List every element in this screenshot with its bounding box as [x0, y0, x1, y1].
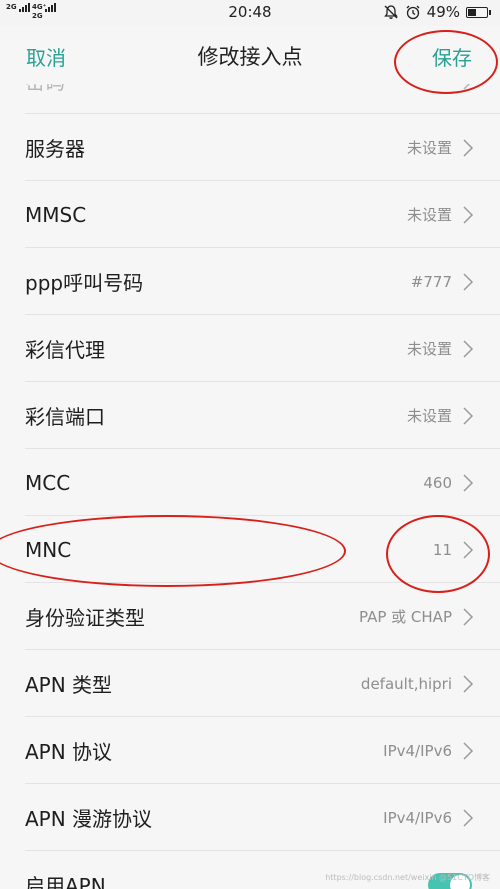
cancel-button[interactable]: 取消 — [26, 42, 66, 71]
setting-value: IPv4/IPv6 — [383, 741, 452, 760]
title-bar: 取消 修改接入点 保存 — [0, 26, 500, 84]
setting-label: 密码 — [25, 84, 65, 95]
chevron-right-icon — [463, 540, 474, 559]
setting-label: 彩信端口 — [25, 405, 105, 429]
chevron-right-icon — [463, 473, 474, 492]
setting-row-mms-proxy[interactable]: 彩信代理 未设置 — [0, 315, 500, 382]
setting-value: PAP 或 CHAP — [359, 608, 452, 626]
setting-row-mms-port[interactable]: 彩信端口 未设置 — [0, 382, 500, 449]
setting-row-server[interactable]: 服务器 未设置 — [0, 114, 500, 181]
silent-bell-icon — [383, 5, 398, 19]
setting-value: 未设置 — [406, 340, 452, 358]
battery-percent: 49% — [426, 3, 460, 21]
chevron-right-icon — [463, 84, 470, 90]
setting-label: APN 协议 — [25, 740, 113, 764]
setting-value: 未设置 — [406, 139, 452, 157]
setting-label: 启用APN — [25, 874, 106, 889]
setting-label: 身份验证类型 — [25, 606, 145, 630]
alarm-icon — [406, 5, 420, 20]
setting-label: 服务器 — [25, 137, 85, 161]
setting-row-apn-protocol[interactable]: APN 协议 IPv4/IPv6 — [0, 717, 500, 784]
setting-label: APN 漫游协议 — [25, 807, 153, 831]
setting-row-ppp-number[interactable]: ppp呼叫号码 #777 — [0, 248, 500, 315]
setting-value: 460 — [423, 473, 452, 492]
battery-icon — [466, 6, 491, 18]
setting-value: 11 — [432, 540, 452, 559]
page-title: 修改接入点 — [197, 45, 303, 69]
setting-label: MCC — [25, 470, 71, 495]
setting-row-password[interactable]: 密码 — [0, 84, 500, 114]
setting-row-mcc[interactable]: MCC 460 — [0, 449, 500, 516]
chevron-right-icon — [463, 339, 474, 358]
setting-label: MNC — [25, 537, 72, 562]
status-bar: 2G 4G⁺ 2G 20:48 49% — [0, 0, 500, 26]
setting-value: #777 — [410, 272, 452, 291]
setting-value: IPv4/IPv6 — [383, 808, 452, 827]
setting-label: ppp呼叫号码 — [25, 271, 144, 295]
watermark: https://blog.csdn.net/weixin @51CTO博客 — [325, 873, 490, 882]
setting-label: MMSC — [25, 202, 87, 227]
setting-row-auth-type[interactable]: 身份验证类型 PAP 或 CHAP — [0, 583, 500, 650]
setting-row-apn-roaming-protocol[interactable]: APN 漫游协议 IPv4/IPv6 — [0, 784, 500, 851]
setting-value: default,hipri — [360, 674, 452, 693]
chevron-right-icon — [463, 138, 474, 157]
chevron-right-icon — [463, 272, 474, 291]
chevron-right-icon — [463, 808, 474, 827]
chevron-right-icon — [463, 406, 474, 425]
apn-settings-list[interactable]: 密码 服务器 未设置 MMSC 未设置 ppp呼叫号码 #777 彩信代理 未设… — [0, 84, 500, 889]
setting-row-apn-type[interactable]: APN 类型 default,hipri — [0, 650, 500, 717]
setting-row-enable-apn[interactable]: 启用APN — [0, 851, 500, 889]
setting-label: 彩信代理 — [25, 338, 105, 362]
chevron-right-icon — [463, 674, 474, 693]
save-button[interactable]: 保存 — [432, 42, 472, 71]
chevron-right-icon — [463, 205, 474, 224]
setting-row-mmsc[interactable]: MMSC 未设置 — [0, 181, 500, 248]
chevron-right-icon — [463, 607, 474, 626]
chevron-right-icon — [463, 741, 474, 760]
setting-value: 未设置 — [406, 407, 452, 425]
setting-value: 未设置 — [406, 206, 452, 224]
setting-label: APN 类型 — [25, 673, 113, 697]
setting-row-mnc[interactable]: MNC 11 — [0, 516, 500, 583]
